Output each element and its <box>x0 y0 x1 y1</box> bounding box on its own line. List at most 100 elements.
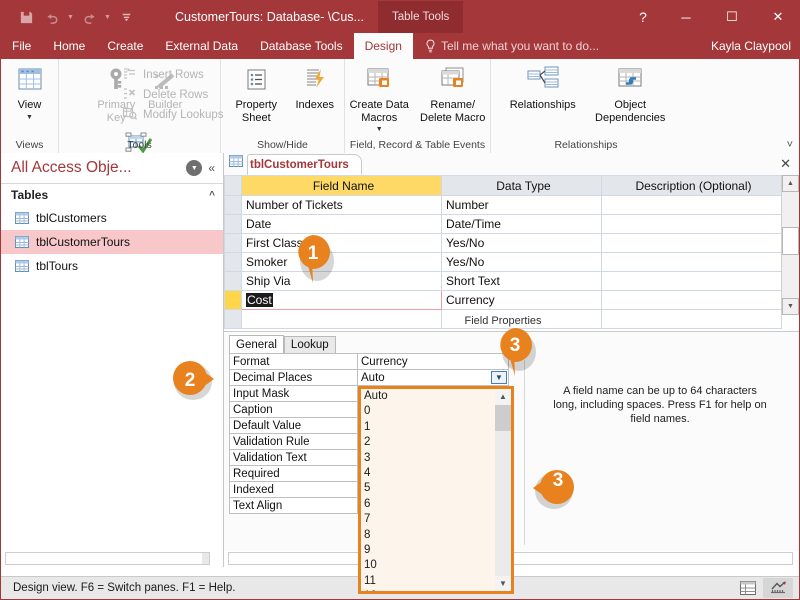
property-sheet-button[interactable]: Property Sheet <box>226 59 286 124</box>
cell-description[interactable] <box>601 271 782 291</box>
chevron-down-icon[interactable]: ▼ <box>495 576 511 591</box>
customize-qat-icon[interactable] <box>113 5 139 29</box>
design-view-button[interactable] <box>763 578 793 598</box>
dropdown-option[interactable]: 1 <box>364 420 495 435</box>
cell-field-name[interactable]: Number of Tickets <box>241 195 442 215</box>
row-selector[interactable] <box>224 271 242 291</box>
save-icon[interactable] <box>13 5 39 29</box>
decimal-places-dropdown-list[interactable]: Auto 0 1 2 3 4 5 6 7 8 9 10 11 12 13 ▲ ▼ <box>358 386 514 594</box>
delete-rows-button[interactable]: Delete Rows <box>123 85 221 105</box>
tab-create[interactable]: Create <box>96 33 154 59</box>
dropdown-option[interactable]: 12 <box>364 589 495 591</box>
cell-description[interactable] <box>601 195 782 215</box>
minimize-button[interactable]: ─ <box>663 1 709 33</box>
cell-field-name[interactable]: Ship Via <box>241 271 442 291</box>
cell-field-name-active[interactable]: Cost <box>241 290 442 310</box>
chevron-up-icon[interactable]: ˅ <box>787 139 793 151</box>
double-chevron-left-icon[interactable]: « <box>208 161 217 175</box>
tab-general[interactable]: General <box>229 335 284 355</box>
row-selector[interactable] <box>224 290 242 310</box>
cell-description[interactable] <box>601 252 782 272</box>
view-button[interactable]: View ▼ <box>2 59 58 124</box>
redo-caret-icon[interactable]: ▼ <box>102 5 113 29</box>
row-selector[interactable] <box>224 214 242 234</box>
user-name[interactable]: Kayla Claypool <box>711 33 791 59</box>
tab-external-data[interactable]: External Data <box>154 33 249 59</box>
document-tab-tblcustomertours[interactable]: tblCustomerTours <box>247 154 362 175</box>
grid-header-description[interactable]: Description (Optional) <box>601 175 782 196</box>
object-dependencies-button[interactable]: Object Dependencies <box>589 59 671 124</box>
table-row[interactable]: Date Date/Time <box>224 214 782 234</box>
double-chevron-up-icon[interactable]: ^ <box>209 190 215 201</box>
help-button[interactable]: ? <box>623 1 663 33</box>
dropdown-option[interactable]: 4 <box>364 466 495 481</box>
grid-vertical-scrollbar[interactable]: ▲ ▼ <box>781 175 799 315</box>
cell-description[interactable] <box>601 290 782 310</box>
grid-header-field-name[interactable]: Field Name <box>241 175 442 196</box>
dropdown-scrollbar-track[interactable] <box>495 431 511 576</box>
tell-me-box[interactable]: Tell me what you want to do... <box>413 33 599 59</box>
close-button[interactable]: ✕ <box>755 1 799 33</box>
nav-pane-horizontal-scrollbar[interactable] <box>5 552 210 565</box>
dropdown-option[interactable]: 3 <box>364 451 495 466</box>
dropdown-option[interactable]: 8 <box>364 528 495 543</box>
cell-data-type[interactable]: Number <box>441 195 602 215</box>
table-row[interactable]: Number of Tickets Number <box>224 195 782 215</box>
tab-home[interactable]: Home <box>42 33 96 59</box>
dropdown-option[interactable]: 9 <box>364 543 495 558</box>
undo-caret-icon[interactable]: ▼ <box>65 5 76 29</box>
cell-description[interactable] <box>601 233 782 253</box>
maximize-button[interactable]: ☐ <box>709 1 755 33</box>
modify-lookups-button[interactable]: Modify Lookups <box>123 105 224 125</box>
view-caret-icon[interactable]: ▼ <box>26 112 33 125</box>
close-icon[interactable]: ✕ <box>780 156 791 172</box>
redo-icon[interactable] <box>76 5 102 29</box>
nav-item-tblcustomertours[interactable]: tblCustomerTours <box>1 230 223 254</box>
cell-field-name[interactable]: Date <box>241 214 442 234</box>
dropdown-option[interactable]: 2 <box>364 435 495 450</box>
cell-data-type[interactable]: Short Text <box>441 271 602 291</box>
chevron-up-icon[interactable]: ▲ <box>495 389 511 404</box>
rename-delete-macro-button[interactable]: Rename/ Delete Macro <box>417 59 489 124</box>
cell-data-type[interactable]: Date/Time <box>441 214 602 234</box>
property-row[interactable]: Format Currency <box>229 353 509 370</box>
chevron-down-icon[interactable]: ▼ <box>186 160 203 176</box>
indexes-button[interactable]: Indexes <box>291 59 339 112</box>
row-selector[interactable] <box>224 252 242 272</box>
nav-item-tblcustomers[interactable]: tblCustomers <box>1 206 223 230</box>
dropdown-option[interactable]: 0 <box>364 404 495 419</box>
create-data-macros-button[interactable]: Create Data Macros ▼ <box>346 59 412 137</box>
cell-field-name[interactable]: First Class <box>241 233 442 253</box>
cell-data-type[interactable]: Yes/No <box>441 252 602 272</box>
tab-design[interactable]: Design <box>353 33 413 59</box>
dropdown-option[interactable]: Auto <box>364 389 495 404</box>
dropdown-option[interactable]: 5 <box>364 481 495 496</box>
row-selector[interactable] <box>224 195 242 215</box>
table-row[interactable]: Cost Currency <box>224 290 782 310</box>
nav-item-tbltours[interactable]: tblTours <box>1 254 223 278</box>
scroll-down-icon[interactable]: ▼ <box>782 298 799 315</box>
cell-description[interactable] <box>601 214 782 234</box>
dropdown-scrollbar-thumb[interactable] <box>495 405 511 431</box>
dropdown-option[interactable]: 11 <box>364 574 495 589</box>
row-selector[interactable] <box>224 233 242 253</box>
dropdown-option[interactable]: 7 <box>364 512 495 527</box>
scrollbar-thumb[interactable] <box>782 227 799 255</box>
property-row-decimal-places[interactable]: Decimal Places Auto ▼ <box>229 369 509 386</box>
cell-data-type[interactable]: Currency <box>441 290 602 310</box>
scroll-up-icon[interactable]: ▲ <box>782 175 799 192</box>
cell-data-type[interactable]: Yes/No <box>441 233 602 253</box>
insert-rows-button[interactable]: Insert Rows <box>123 65 221 85</box>
grid-header-data-type[interactable]: Data Type <box>441 175 602 196</box>
nav-group-tables[interactable]: Tables ^ <box>1 184 223 206</box>
undo-icon[interactable] <box>39 5 65 29</box>
datasheet-view-button[interactable] <box>733 578 763 598</box>
relationships-button[interactable]: Relationships <box>501 59 585 112</box>
dropdown-scrollbar[interactable]: ▲ ▼ <box>495 389 511 591</box>
tab-database-tools[interactable]: Database Tools <box>249 33 354 59</box>
tab-file[interactable]: File <box>1 33 42 59</box>
dropdown-option[interactable]: 10 <box>364 558 495 573</box>
create-data-macros-caret-icon[interactable]: ▼ <box>376 124 383 137</box>
dropdown-option[interactable]: 6 <box>364 497 495 512</box>
property-value-decimal-places[interactable]: Auto ▼ <box>357 369 509 386</box>
